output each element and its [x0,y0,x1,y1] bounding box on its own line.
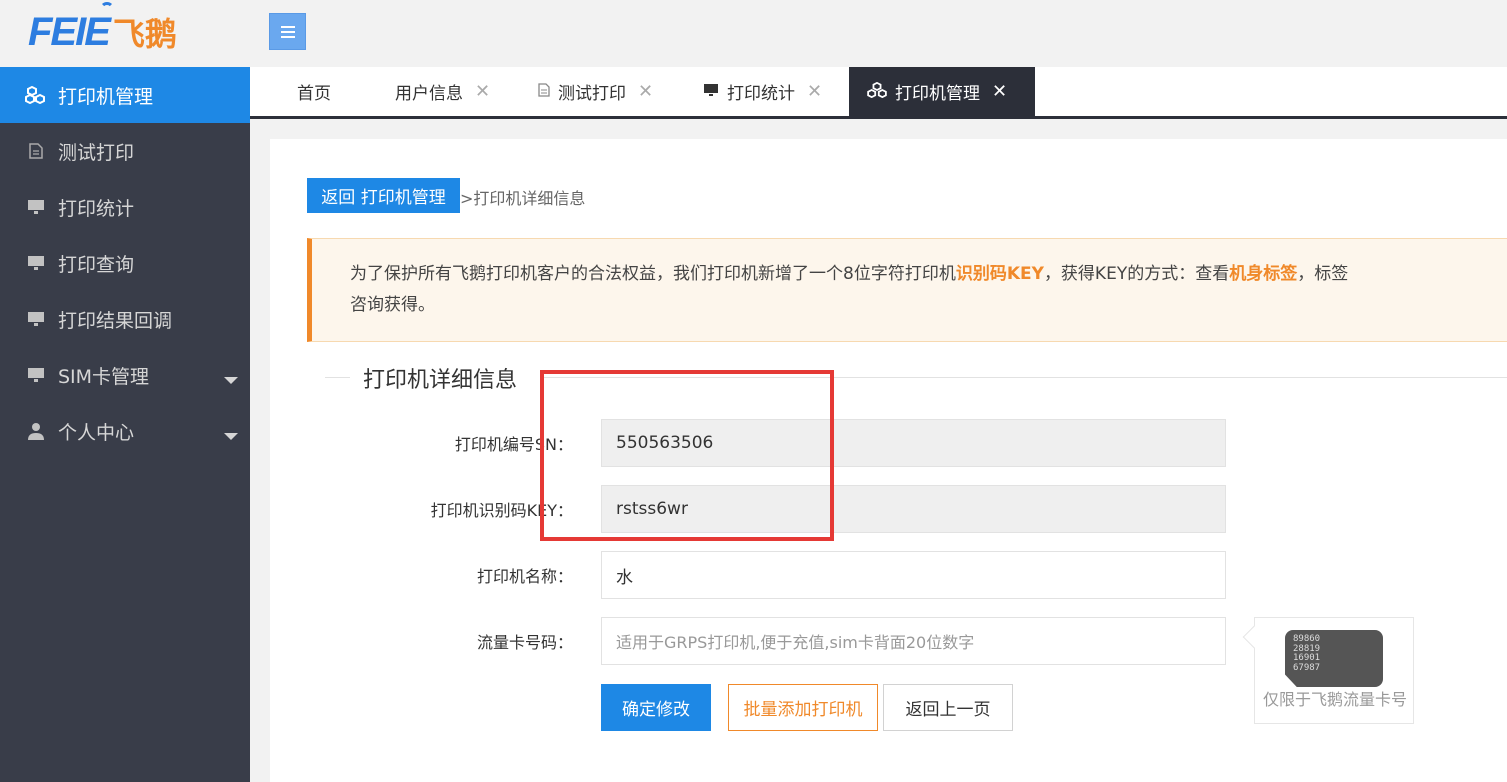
tab-label: 用户信息 [395,84,463,104]
monitor-icon [703,83,719,101]
monitor-icon [24,311,48,327]
sim-card-image: 89860 28819 16901 67987 [1285,630,1383,687]
legend-divider [325,377,350,378]
sim-card-caption: 仅限于飞鹅流量卡号 [1262,690,1407,709]
breadcrumb-current: >打印机详细信息 [460,189,586,208]
document-icon [24,143,48,159]
sim-number-input[interactable]: 适用于GRPS打印机,便于充值,sim卡背面20位数字 [601,617,1226,665]
feie-logo[interactable]: FEIE 飞鹅 [28,2,177,58]
sidebar-item-print-stats[interactable]: 打印统计 [0,179,250,235]
sidebar-item-test-print[interactable]: 测试打印 [0,123,250,179]
logo-text: FEIE [28,9,111,54]
tab-print-stats[interactable]: 打印统计 ✕ [703,67,822,116]
notice-banner: 为了保护所有飞鹅打印机客户的合法权益，我们打印机新增了一个8位字符打印机识别码K… [307,238,1507,342]
sidebar-item-label: 打印结果回调 [58,309,173,332]
tooltip-arrow [1242,625,1266,649]
sidebar: 打印机管理 测试打印 打印统计 打印查询 打印结果回调 SIM卡管理 个人中心 [0,67,250,782]
sidebar-item-personal-center[interactable]: 个人中心 [0,403,250,459]
tab-bar: 首页 用户信息 ✕ 测试打印 ✕ 打印统计 ✕ 打印机管理 ✕ [250,67,1507,119]
top-header: FEIE 飞鹅 [0,0,1507,67]
back-button[interactable]: 返回上一页 [883,684,1013,731]
tab-label: 测试打印 [558,84,626,104]
cubes-icon [867,81,887,102]
menu-toggle-button[interactable] [269,13,306,50]
confirm-edit-button[interactable]: 确定修改 [601,684,711,731]
hamburger-icon [280,25,295,28]
form-legend: 打印机详细信息 [363,368,518,393]
tab-test-print[interactable]: 测试打印 ✕ [538,67,653,116]
printer-name-input[interactable]: 水 [601,551,1226,599]
sidebar-item-label: SIM卡管理 [58,365,150,388]
monitor-icon [24,199,48,215]
logo-cn-text: 飞鹅 [112,15,177,53]
tab-label: 打印机管理 [895,84,980,104]
sidebar-item-label: 打印查询 [58,253,135,276]
sim-number-label: 流量卡号码： [476,633,573,652]
monitor-icon [24,367,48,383]
user-icon [24,422,48,440]
batch-add-printer-button[interactable]: 批量添加打印机 [728,684,878,731]
caret-down-icon [224,433,238,440]
close-icon[interactable]: ✕ [807,81,822,102]
back-to-printer-management-button[interactable]: 返回 打印机管理 [307,178,460,213]
tab-label: 首页 [297,84,331,104]
sidebar-item-label: 打印统计 [58,197,135,220]
tab-printer-management[interactable]: 打印机管理 ✕ [849,67,1035,116]
wifi-icon [100,2,114,16]
sidebar-item-label: 个人中心 [58,421,135,444]
main-content: 返回 打印机管理 >打印机详细信息 为了保护所有飞鹅打印机客户的合法权益，我们打… [270,139,1507,782]
cubes-icon [24,86,48,104]
sidebar-item-label: 测试打印 [58,141,135,164]
tab-label: 打印统计 [727,84,795,104]
notice-line-2: 咨询获得。 [350,295,435,315]
close-icon[interactable]: ✕ [475,81,490,102]
close-icon[interactable]: ✕ [638,81,653,102]
caret-down-icon [224,377,238,384]
sidebar-item-sim-management[interactable]: SIM卡管理 [0,347,250,403]
document-icon [538,82,550,101]
sidebar-item-print-callback[interactable]: 打印结果回调 [0,291,250,347]
tab-user-info[interactable]: 用户信息 ✕ [395,67,490,116]
notice-line-1: 为了保护所有飞鹅打印机客户的合法权益，我们打印机新增了一个8位字符打印机识别码K… [350,264,1349,284]
sidebar-item-printer-management[interactable]: 打印机管理 [0,67,250,123]
name-label: 打印机名称： [476,567,573,586]
highlight-box [540,370,834,541]
sidebar-item-label: 打印机管理 [58,85,154,108]
sim-card-tooltip: 89860 28819 16901 67987 仅限于飞鹅流量卡号 [1242,617,1414,724]
monitor-icon [24,255,48,271]
sn-label: 打印机编号SN： [454,435,573,454]
key-label: 打印机识别码KEY： [430,501,573,520]
sidebar-item-print-query[interactable]: 打印查询 [0,235,250,291]
close-icon[interactable]: ✕ [992,81,1007,102]
tab-home[interactable]: 首页 [297,67,331,116]
